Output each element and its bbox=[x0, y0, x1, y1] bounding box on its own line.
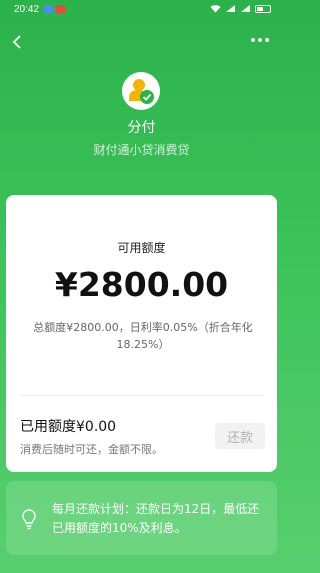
brand-logo bbox=[122, 72, 160, 110]
repay-button[interactable]: 还款 bbox=[215, 423, 265, 449]
status-time: 20:42 bbox=[14, 4, 40, 15]
plan-text: 每月还款计划：还款日为12日，最低还已用额度的10%及利息。 bbox=[52, 502, 260, 535]
brand-subtitle: 财付通小贷消费贷 bbox=[93, 143, 190, 157]
brand-name: 分付 bbox=[127, 120, 156, 136]
lightbulb-icon bbox=[22, 509, 36, 530]
more-dot bbox=[258, 38, 262, 42]
credit-detail: 总额度¥2800.00，日利率0.05%（折合年化18.25%） bbox=[33, 321, 253, 351]
status-bar: 20:42 bbox=[0, 0, 283, 20]
available-label: 可用额度 bbox=[117, 241, 166, 255]
more-dot bbox=[251, 38, 255, 42]
back-button[interactable] bbox=[10, 34, 24, 50]
wifi-icon bbox=[210, 5, 221, 13]
more-dot bbox=[265, 38, 269, 42]
credit-card: 可用额度 ¥2800.00 总额度¥2800.00，日利率0.05%（折合年化1… bbox=[6, 195, 277, 472]
battery-icon bbox=[255, 4, 271, 13]
repayment-plan: 每月还款计划：还款日为12日，最低还已用额度的10%及利息。 bbox=[6, 481, 277, 555]
more-button[interactable] bbox=[251, 38, 269, 42]
divider bbox=[20, 395, 264, 396]
notification-icons bbox=[44, 5, 65, 14]
notification-app-icon bbox=[56, 5, 65, 14]
used-note: 消费后随时可还，金额不限。 bbox=[20, 443, 163, 456]
notification-app-icon bbox=[44, 5, 53, 14]
signal-icon bbox=[226, 5, 235, 12]
available-amount: ¥2800.00 bbox=[54, 265, 229, 304]
system-icons bbox=[210, 4, 271, 13]
used-amount: 已用额度¥0.00 bbox=[20, 419, 117, 435]
signal-icon bbox=[241, 5, 250, 12]
